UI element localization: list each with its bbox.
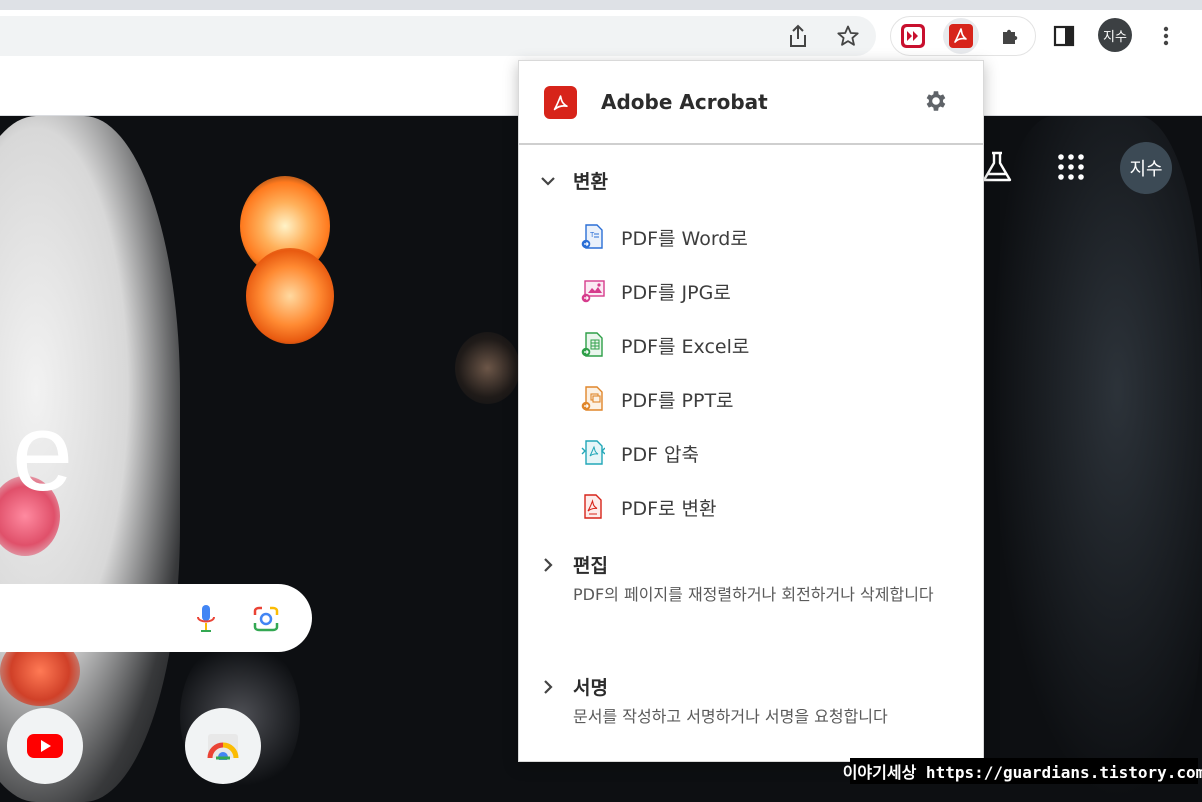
section-sign[interactable]: 서명 xyxy=(539,673,608,700)
menu-item-label: PDF를 Excel로 xyxy=(621,335,750,358)
tab-strip xyxy=(0,0,1202,10)
pdf-compress-icon xyxy=(581,440,605,465)
menu-item-label: PDF로 변환 xyxy=(621,497,717,520)
chevron-down-icon xyxy=(541,176,555,186)
menu-item-label: PDF를 Word로 xyxy=(621,227,748,250)
voice-search-icon[interactable] xyxy=(196,604,216,634)
menu-item-pdf-to-excel[interactable]: PDF를 Excel로 xyxy=(581,325,961,365)
shortcut-chrome-web-store[interactable] xyxy=(185,708,261,784)
apps-grid-icon[interactable] xyxy=(1058,154,1084,180)
youtube-icon xyxy=(27,734,63,758)
side-panel-icon[interactable] xyxy=(1046,18,1082,54)
share-icon[interactable] xyxy=(780,18,816,54)
pdf-to-jpg-icon xyxy=(581,280,605,303)
chevron-right-icon xyxy=(544,557,553,572)
shortcut-youtube[interactable] xyxy=(7,708,83,784)
acrobat-logo-icon xyxy=(544,86,577,119)
section-edit[interactable]: 편집 xyxy=(539,551,608,578)
menu-item-pdf-to-ppt[interactable]: PDF를 PPT로 xyxy=(581,379,961,419)
section-label: 편집 xyxy=(573,555,608,577)
menu-item-convert-to-pdf[interactable]: PDF로 변환 xyxy=(581,487,961,527)
extensions-puzzle-icon[interactable] xyxy=(993,18,1029,54)
menu-item-label: PDF를 JPG로 xyxy=(621,281,731,304)
popup-title: Adobe Acrobat xyxy=(601,90,768,114)
page-profile-avatar[interactable]: 지수 xyxy=(1120,142,1172,194)
popup-header: Adobe Acrobat xyxy=(519,61,983,145)
section-description: PDF의 페이지를 재정렬하거나 회전하거나 삭제합니다 xyxy=(573,585,934,604)
menu-item-label: PDF를 PPT로 xyxy=(621,389,734,412)
fast-forward-extension-icon[interactable] xyxy=(895,18,931,54)
watermark: 이야기세상 https://guardians.tistory.com xyxy=(843,758,1202,784)
bookmark-star-icon[interactable] xyxy=(830,18,866,54)
section-description: 문서를 작성하고 서명하거나 서명을 요청합니다 xyxy=(573,707,888,726)
menu-item-pdf-compress[interactable]: PDF 압축 xyxy=(581,433,961,473)
acrobat-popup: Adobe Acrobat 변환 T PDF를 Word로 PDF를 JPG로 xyxy=(518,60,984,762)
pdf-to-word-icon: T xyxy=(581,224,603,249)
menu-item-pdf-to-word[interactable]: T PDF를 Word로 xyxy=(581,217,961,257)
section-label: 변환 xyxy=(573,171,608,193)
chevron-right-icon xyxy=(544,679,553,694)
section-label: 서명 xyxy=(573,677,608,699)
extensions-group xyxy=(890,16,1036,56)
svg-text:T: T xyxy=(590,232,595,239)
profile-avatar[interactable]: 지수 xyxy=(1098,18,1132,52)
menu-item-label: PDF 압축 xyxy=(621,443,700,466)
background-bokeh xyxy=(246,248,334,344)
menu-item-pdf-to-jpg[interactable]: PDF를 JPG로 xyxy=(581,271,961,311)
pdf-to-ppt-icon xyxy=(581,386,603,411)
google-logo-fragment: e xyxy=(12,391,74,514)
address-bar[interactable] xyxy=(0,16,876,56)
convert-to-pdf-icon xyxy=(584,494,602,519)
background-bokeh xyxy=(455,332,520,404)
web-store-icon xyxy=(207,734,239,760)
labs-flask-icon[interactable] xyxy=(980,150,1014,184)
more-menu-icon[interactable] xyxy=(1148,18,1184,54)
acrobat-extension-icon[interactable] xyxy=(943,18,979,54)
section-convert[interactable]: 변환 xyxy=(539,167,608,194)
pdf-to-excel-icon xyxy=(581,332,603,357)
settings-gear-icon[interactable] xyxy=(922,88,948,114)
search-box[interactable] xyxy=(0,584,312,652)
lens-search-icon[interactable] xyxy=(252,606,280,632)
background-bokeh xyxy=(990,116,1202,802)
browser-toolbar: 지수 xyxy=(0,10,1202,60)
